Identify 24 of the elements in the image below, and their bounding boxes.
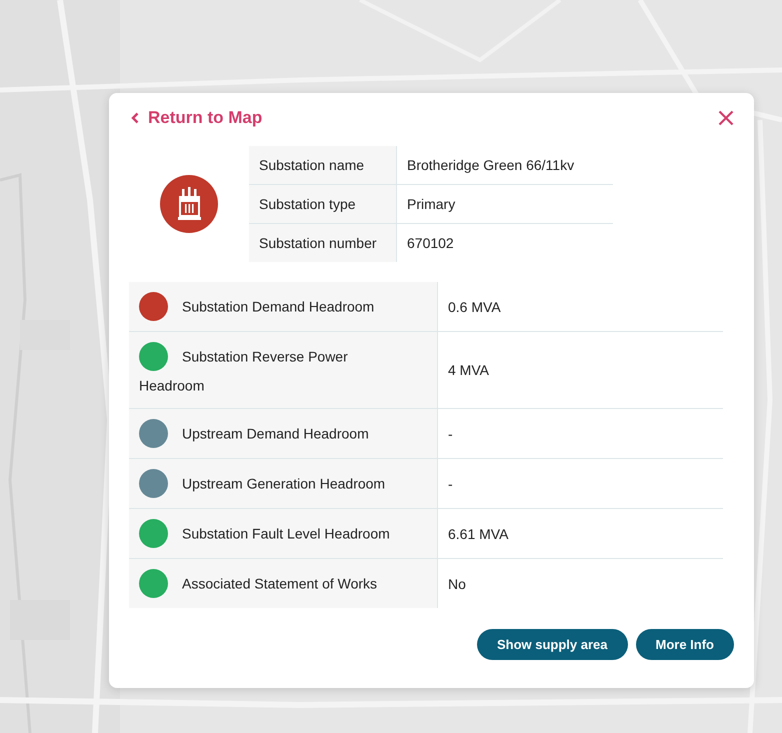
metric-value: 0.6 MVA bbox=[438, 282, 723, 332]
metric-value: - bbox=[438, 408, 723, 459]
metric-value: No bbox=[438, 558, 723, 608]
detail-value: Brotheridge Green 66/11kv bbox=[396, 146, 613, 184]
detail-value: 670102 bbox=[396, 224, 613, 262]
detail-value: Primary bbox=[396, 184, 613, 224]
metric-value: 4 MVA bbox=[438, 332, 723, 409]
metric-label: Upstream Generation Headroom bbox=[182, 476, 386, 492]
return-link[interactable]: Return to Map bbox=[131, 108, 262, 128]
detail-label: Substation type bbox=[249, 184, 396, 224]
metric-value: - bbox=[438, 458, 723, 509]
metric-label: Substation Demand Headroom bbox=[182, 298, 374, 314]
detail-label: Substation number bbox=[249, 224, 396, 262]
metric-label: Associated Statement of Works bbox=[182, 576, 378, 592]
metric-label: Upstream Demand Headroom bbox=[182, 426, 369, 442]
metric-label: Substation Reverse Power Headroom bbox=[139, 348, 348, 394]
transformer-icon bbox=[160, 175, 218, 233]
close-icon[interactable] bbox=[718, 110, 734, 126]
metric-value: 6.61 MVA bbox=[438, 508, 723, 559]
metric-label: Substation Fault Level Headroom bbox=[182, 526, 390, 542]
more-info-button[interactable]: More Info bbox=[636, 629, 734, 660]
show-supply-area-button[interactable]: Show supply area bbox=[476, 629, 628, 660]
chevron-left-icon bbox=[131, 112, 139, 124]
detail-label: Substation name bbox=[249, 146, 396, 184]
